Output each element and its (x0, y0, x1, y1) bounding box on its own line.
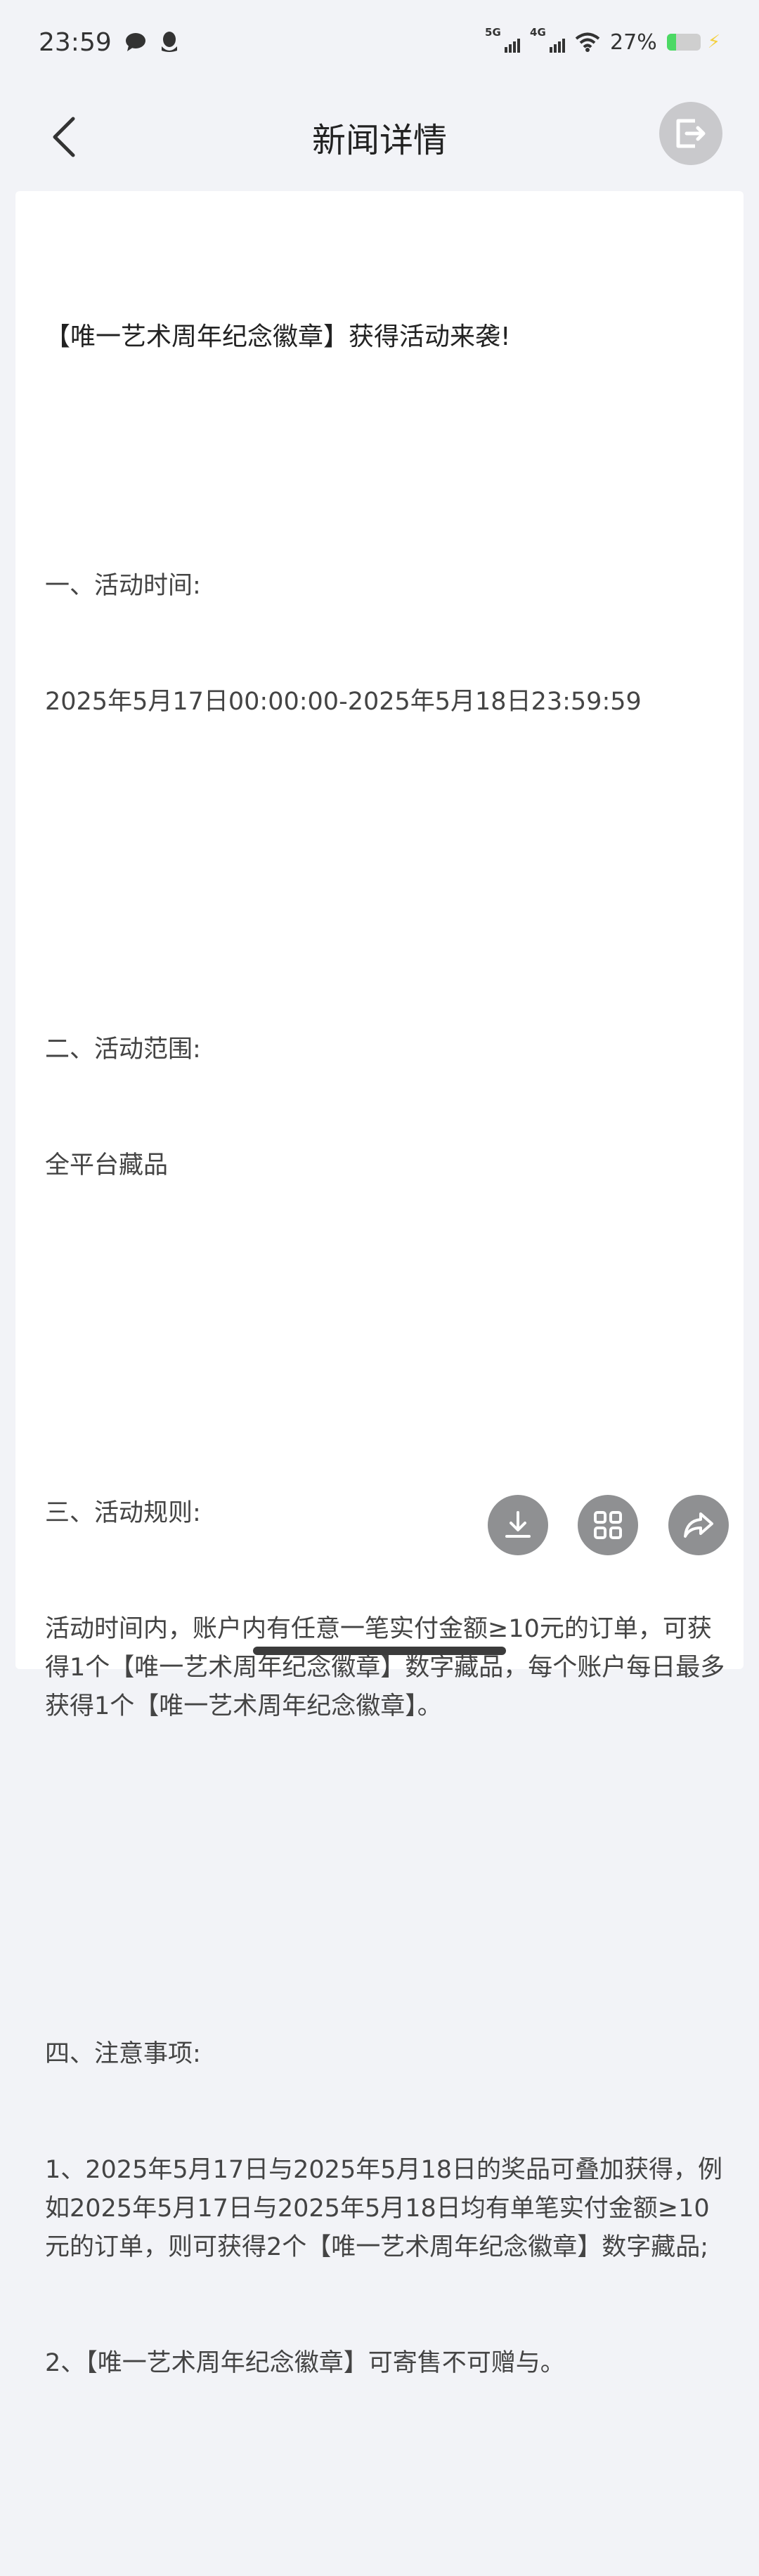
section-notes: 四、注意事项: 1、2025年5月17日与2025年5月18日的奖品可叠加获得，… (45, 1958, 727, 2460)
download-icon (505, 1511, 531, 1538)
status-bar: 23:59 5G 4G 27% ⚡ (0, 0, 759, 84)
article-headline: 【唯一艺术周年纪念徽章】获得活动来袭! (45, 322, 511, 351)
status-time: 23:59 (39, 27, 112, 57)
share-button[interactable] (668, 1495, 729, 1555)
section-heading: 一、活动时间: (45, 572, 201, 600)
section-body: 全平台藏品 (45, 1151, 169, 1179)
section-body: 2、【唯一艺术周年纪念徽章】可寄售不可赠与。 (45, 2349, 565, 2377)
battery-text: 27% (610, 30, 657, 55)
back-arrow-icon (53, 117, 75, 157)
header: 新闻详情 (0, 84, 759, 190)
status-right: 5G 4G 27% ⚡ (485, 26, 720, 55)
section-body: 1、2025年5月17日与2025年5月18日的奖品可叠加获得，例如2025年5… (45, 2156, 723, 2261)
home-indicator[interactable] (253, 1647, 506, 1655)
article-content: 【唯一艺术周年纪念徽章】获得活动来袭! 一、活动时间: 2025年5月17日00… (45, 240, 727, 2576)
section-body: 活动时间内，账户内有任意一笔实付金额≥10元的订单，可获得1个【唯一艺术周年纪念… (45, 1615, 725, 1720)
section-time: 一、活动时间: 2025年5月17日00:00:00-2025年5月18日23:… (45, 490, 727, 799)
section-scope: 二、活动范围: 全平台藏品 (45, 953, 727, 1262)
back-button[interactable] (42, 114, 84, 160)
section-rules: 三、活动规则: 活动时间内，账户内有任意一笔实付金额≥10元的订单，可获得1个【… (45, 1417, 727, 1803)
battery-fill (666, 34, 676, 51)
signal-4g-icon: 4G (530, 26, 566, 53)
status-left: 23:59 (39, 28, 179, 57)
signal-5g-icon: 5G (485, 26, 521, 53)
qq-icon (161, 32, 177, 52)
charging-icon: ⚡ (707, 32, 720, 53)
exit-share-icon (676, 119, 706, 148)
battery-icon (666, 34, 701, 51)
grid-button[interactable] (578, 1495, 638, 1555)
wifi-icon (575, 32, 600, 52)
grid-icon (594, 1511, 622, 1539)
section-heading: 四、注意事项: (45, 2040, 201, 2068)
exit-share-button[interactable] (659, 102, 722, 165)
page-title: 新闻详情 (311, 121, 447, 160)
message-icon (125, 33, 145, 51)
section-heading: 二、活动范围: (45, 1035, 201, 1064)
share-icon (684, 1512, 713, 1538)
download-button[interactable] (488, 1495, 548, 1555)
article-card: 【唯一艺术周年纪念徽章】获得活动来袭! 一、活动时间: 2025年5月17日00… (15, 191, 744, 2377)
section-body: 2025年5月17日00:00:00-2025年5月18日23:59:59 (45, 688, 642, 716)
